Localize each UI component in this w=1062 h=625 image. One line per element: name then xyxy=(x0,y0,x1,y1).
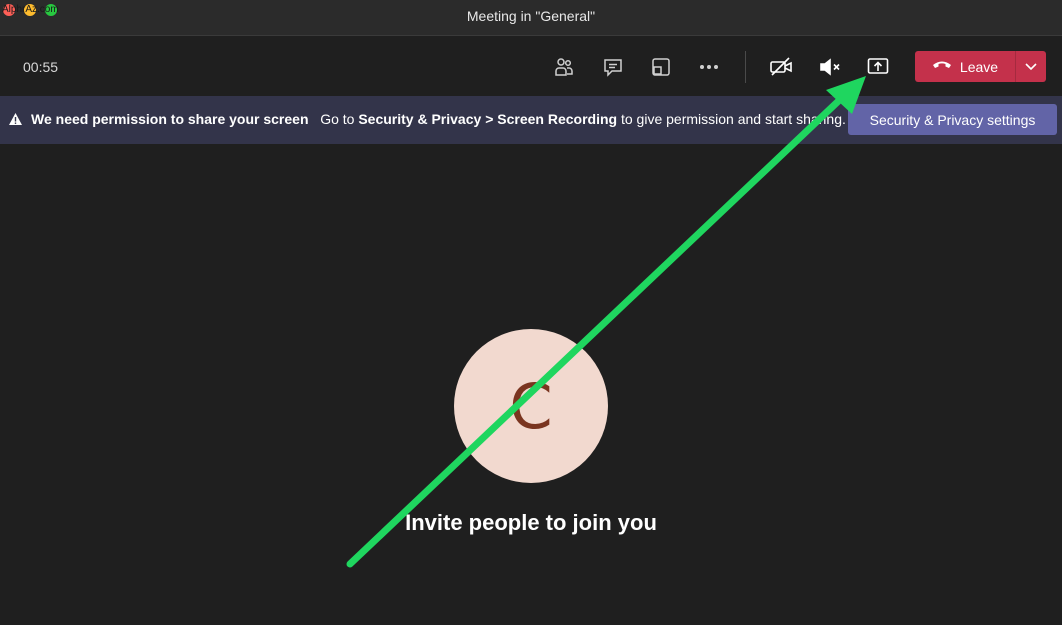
permission-message: We need permission to share your screen … xyxy=(8,111,846,127)
leave-options-button[interactable] xyxy=(1016,51,1046,82)
window-title: Meeting in "General" xyxy=(466,8,596,24)
avatar: C xyxy=(454,329,608,483)
path-separator: > xyxy=(485,111,494,127)
leave-button-group: Leave xyxy=(915,51,1046,82)
more-actions-button[interactable] xyxy=(693,51,725,83)
avatar-initial: C xyxy=(509,369,553,443)
share-tray-button[interactable] xyxy=(645,51,677,83)
camera-off-icon xyxy=(769,56,795,78)
mute-toggle-button[interactable] xyxy=(814,51,846,83)
meeting-timer: 00:55 xyxy=(23,59,59,75)
more-icon xyxy=(698,56,720,78)
permission-title: We need permission to share your screen xyxy=(31,111,309,127)
security-privacy-settings-button[interactable]: Security & Privacy settings xyxy=(848,104,1057,135)
invite-message: Invite people to join you xyxy=(405,510,657,535)
permission-go-to: Go to xyxy=(320,111,355,127)
hang-up-icon xyxy=(932,58,952,76)
permission-instructions: to give permission and start sharing. xyxy=(620,111,846,127)
security-privacy-text: Security & Privacy xyxy=(358,111,482,127)
share-screen-icon xyxy=(866,56,890,78)
leave-label: Leave xyxy=(959,58,999,75)
share-screen-button[interactable] xyxy=(862,51,894,83)
leave-button[interactable]: Leave xyxy=(915,51,1015,82)
chat-button[interactable] xyxy=(597,51,629,83)
title-bar: AlphrAz.com Meeting in "General" xyxy=(0,0,1062,36)
screen-recording-text: Screen Recording xyxy=(497,111,618,127)
chat-icon xyxy=(602,56,624,78)
meeting-toolbar: 00:55 Leave xyxy=(0,36,1062,96)
speaker-mute-icon xyxy=(818,56,842,78)
toolbar-divider xyxy=(745,51,746,83)
warning-icon xyxy=(8,112,23,126)
camera-toggle-button[interactable] xyxy=(766,51,798,83)
participants-button[interactable] xyxy=(548,51,580,83)
chevron-down-icon xyxy=(1024,58,1038,76)
participants-icon xyxy=(553,56,575,78)
share-tray-icon xyxy=(650,56,672,78)
